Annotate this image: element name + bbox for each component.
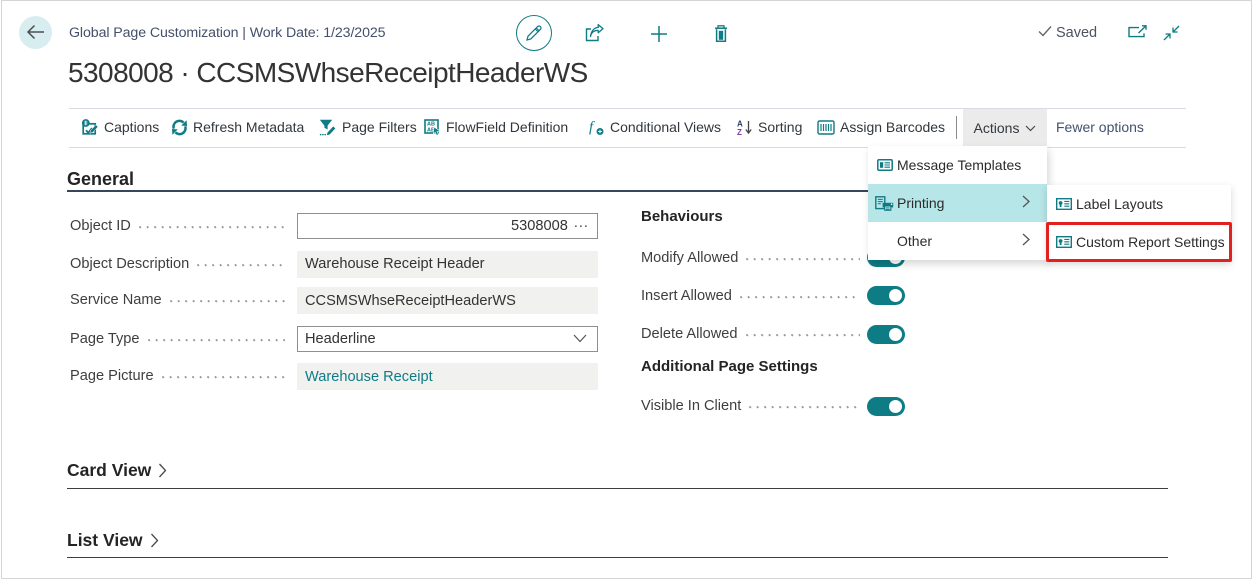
svg-text:f: f	[589, 119, 595, 135]
svg-text:Z: Z	[737, 128, 742, 136]
